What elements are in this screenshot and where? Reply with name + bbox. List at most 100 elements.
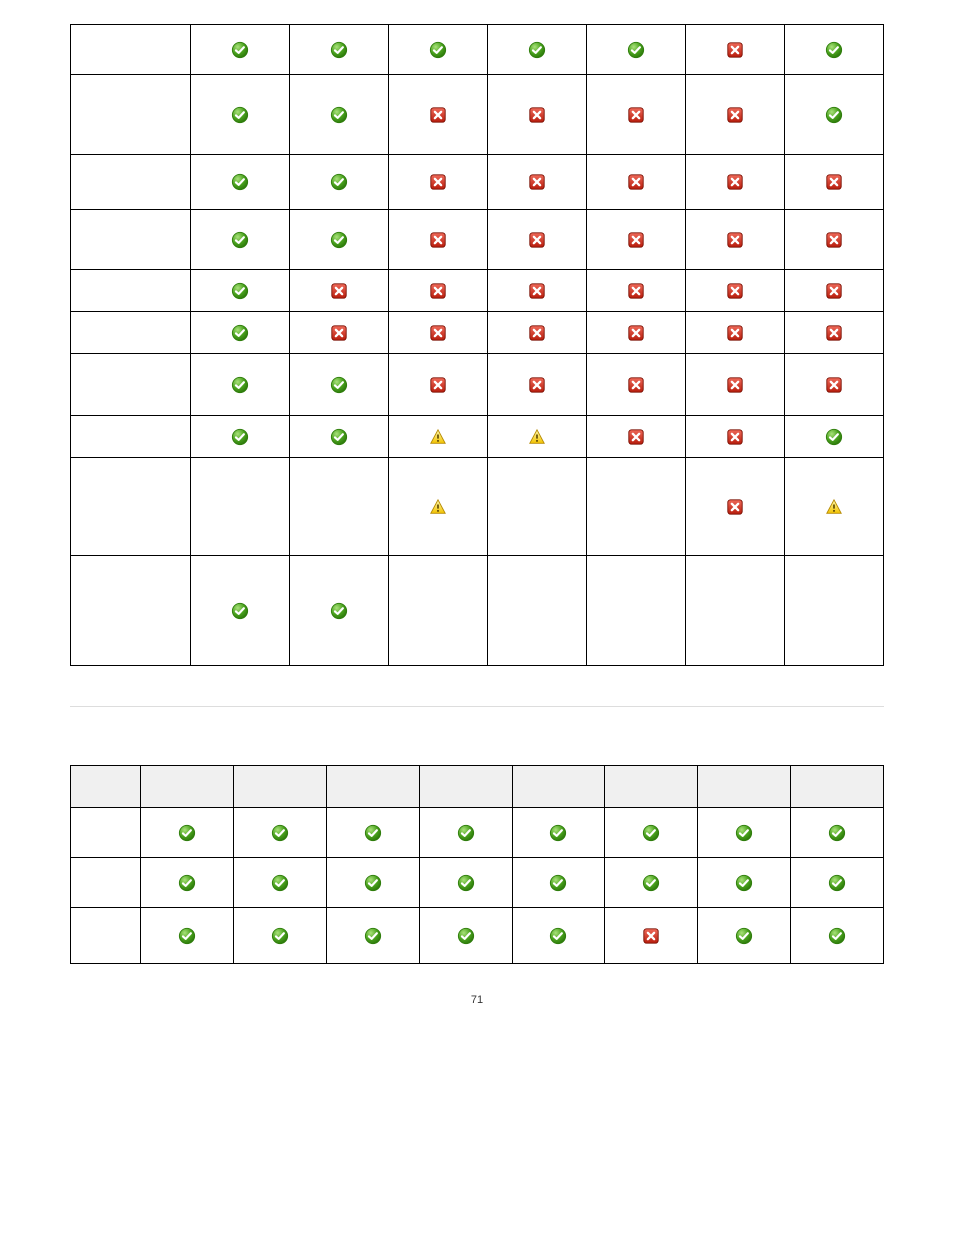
status-cell (389, 458, 488, 556)
row-label (71, 75, 191, 155)
status-cell (698, 908, 791, 964)
status-cell (686, 75, 785, 155)
table-row (71, 416, 884, 458)
status-cell (141, 808, 234, 858)
cross-icon (825, 282, 843, 300)
check-icon (825, 41, 843, 59)
cross-icon (726, 173, 744, 191)
status-cell (488, 416, 587, 458)
status-cell (587, 312, 686, 354)
table-row (71, 458, 884, 556)
check-icon (271, 927, 289, 945)
status-cell (326, 808, 419, 858)
cross-icon (726, 41, 744, 59)
status-cell (587, 270, 686, 312)
cross-icon (825, 231, 843, 249)
table-row (71, 858, 884, 908)
status-cell (605, 858, 698, 908)
cross-icon (726, 231, 744, 249)
status-cell (785, 556, 884, 666)
cross-icon (726, 106, 744, 124)
table-row (71, 270, 884, 312)
check-icon (457, 874, 475, 892)
row-label (71, 458, 191, 556)
header-col (698, 766, 791, 808)
cross-icon (726, 324, 744, 342)
status-cell (419, 808, 512, 858)
row-label (71, 354, 191, 416)
row-label (71, 210, 191, 270)
status-cell (419, 908, 512, 964)
status-cell (791, 808, 884, 858)
check-icon (825, 428, 843, 446)
check-icon (828, 824, 846, 842)
status-cell (290, 270, 389, 312)
check-icon (231, 376, 249, 394)
check-icon (549, 824, 567, 842)
status-cell (290, 458, 389, 556)
table-row (71, 75, 884, 155)
cross-icon (429, 282, 447, 300)
row-label (71, 556, 191, 666)
check-icon (271, 824, 289, 842)
cross-icon (429, 376, 447, 394)
cross-icon (825, 173, 843, 191)
status-cell (686, 416, 785, 458)
check-icon (178, 824, 196, 842)
status-cell (488, 556, 587, 666)
check-icon (828, 927, 846, 945)
status-cell (785, 354, 884, 416)
cross-icon (627, 106, 645, 124)
status-cell (791, 908, 884, 964)
cross-icon (627, 173, 645, 191)
status-cell (389, 75, 488, 155)
check-icon (330, 428, 348, 446)
status-cell (605, 808, 698, 858)
status-cell (587, 75, 686, 155)
status-cell (785, 25, 884, 75)
cross-icon (528, 324, 546, 342)
status-cell (326, 908, 419, 964)
cross-icon (429, 231, 447, 249)
row-label (71, 908, 141, 964)
check-icon (271, 874, 289, 892)
table-row (71, 808, 884, 858)
page-number: 71 (70, 994, 884, 1006)
warn-icon (825, 498, 843, 516)
check-icon (528, 41, 546, 59)
status-cell (191, 155, 290, 210)
check-icon (330, 41, 348, 59)
status-cell (389, 312, 488, 354)
status-cell (686, 270, 785, 312)
warn-icon (429, 498, 447, 516)
status-cell (389, 354, 488, 416)
status-cell (785, 155, 884, 210)
table-row (71, 25, 884, 75)
status-cell (141, 858, 234, 908)
check-icon (330, 376, 348, 394)
check-icon (828, 874, 846, 892)
status-cell (785, 312, 884, 354)
status-cell (791, 858, 884, 908)
status-cell (587, 210, 686, 270)
status-cell (389, 210, 488, 270)
cross-icon (330, 282, 348, 300)
feature-matrix-2 (70, 765, 884, 964)
status-cell (785, 458, 884, 556)
check-icon (549, 927, 567, 945)
check-icon (549, 874, 567, 892)
status-cell (686, 25, 785, 75)
status-cell (191, 270, 290, 312)
status-cell (686, 210, 785, 270)
section-divider (70, 706, 884, 755)
status-cell (785, 270, 884, 312)
status-cell (419, 858, 512, 908)
row-label (71, 858, 141, 908)
cross-icon (627, 282, 645, 300)
status-cell (191, 75, 290, 155)
check-icon (178, 874, 196, 892)
status-cell (290, 25, 389, 75)
row-label (71, 416, 191, 458)
cross-icon (528, 231, 546, 249)
row-label (71, 270, 191, 312)
